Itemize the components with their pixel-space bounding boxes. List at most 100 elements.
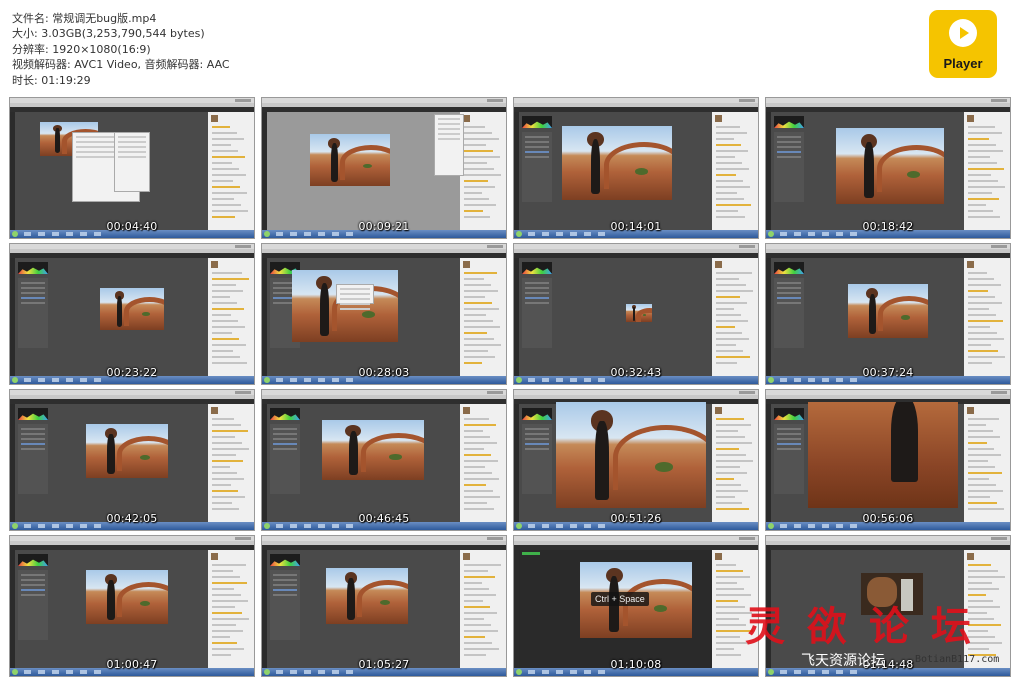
chat-line [464,430,483,432]
avatar [967,261,974,268]
video-thumbnail[interactable]: 00:51:26 [514,390,758,530]
chat-line [464,564,501,566]
photo-rock [360,433,424,472]
chat-line [212,356,240,358]
video-thumbnail[interactable]: 00:09:21 [262,98,506,238]
photo-woman [632,307,636,321]
photo-bush [140,454,150,460]
chat-line [212,198,234,200]
video-thumbnail[interactable]: 00:18:42 [766,98,1010,238]
chat-line [716,356,750,358]
photo-woman [595,421,609,500]
chat-line [968,320,1003,322]
horse-photo [861,573,923,615]
photo-bush [655,462,673,472]
video-thumbnail[interactable]: 00:14:01 [514,98,758,238]
chat-line [212,576,240,578]
chat-line [212,186,240,188]
chat-panel [712,112,758,230]
player-logo-button[interactable]: Player [929,10,997,78]
chat-line [212,138,244,140]
video-thumbnail[interactable]: 00:28:03 [262,244,506,384]
video-thumbnail[interactable]: 00:04:40 [10,98,254,238]
chat-line [716,296,740,298]
chat-line [716,174,736,176]
window-controls-icon [235,537,251,540]
chat-line [464,278,484,280]
chat-line [464,186,495,188]
chat-line [212,600,248,602]
chat-line [716,362,737,364]
chat-line [716,612,752,614]
chat-line [716,478,734,480]
histogram-panel [270,408,300,420]
layers-panel [774,278,804,348]
chat-line [464,618,484,620]
chat-line [464,612,497,614]
video-thumbnail[interactable]: 00:56:06 [766,390,1010,530]
chat-line [212,308,244,310]
video-thumbnail[interactable]: 01:14:48 [766,536,1010,676]
chat-line [464,496,500,498]
avatar [463,261,470,268]
chat-panel [964,112,1010,230]
chat-line [212,350,233,352]
chat-line [716,162,742,164]
chat-line [464,338,494,340]
photo-bush [140,600,150,606]
window-controls-icon [739,391,755,394]
chat-line [716,570,743,572]
chat-line [968,466,995,468]
chat-line [464,508,494,510]
chat-panel [208,550,254,668]
chat-line [968,210,993,212]
alert-dialog [336,284,374,304]
video-thumbnail[interactable]: 00:32:43 [514,244,758,384]
window-controls-icon [235,391,251,394]
chat-line [464,180,488,182]
chat-line [968,424,986,426]
chat-line [716,594,751,596]
edited-photo [848,284,928,338]
chat-line [968,570,998,572]
chat-line [464,570,488,572]
thumbnail-timestamp: 00:14:01 [610,220,662,233]
chat-line [968,636,995,638]
chat-panel [208,404,254,522]
layers-panel [522,424,552,494]
chat-line [716,454,746,456]
video-thumbnail[interactable]: 00:23:22 [10,244,254,384]
avatar [211,553,218,560]
chat-line [464,502,487,504]
chat-line [716,326,735,328]
histogram-panel [18,554,48,566]
chat-line [464,284,491,286]
chat-line [464,216,490,218]
chat-line [968,478,989,480]
histogram-panel [774,262,804,274]
chat-line [464,150,493,152]
chat-line [716,272,752,274]
chat-panel [712,258,758,376]
thumbnail-timestamp: 00:09:21 [358,220,410,233]
chat-line [968,290,988,292]
video-thumbnail[interactable]: 00:42:05 [10,390,254,530]
window-controls-icon [487,245,503,248]
chat-line [212,204,241,206]
thumbnail-timestamp: 00:37:24 [862,366,914,379]
chat-line [212,162,232,164]
chat-line [464,272,497,274]
video-thumbnail[interactable]: 00:37:24 [766,244,1010,384]
layers-panel [18,424,48,494]
video-thumbnail[interactable]: 01:05:27 [262,536,506,676]
chat-line [464,582,482,584]
video-thumbnail[interactable]: Ctrl + Space 01:10:08 [514,536,758,676]
chat-line [716,654,741,656]
chat-line [464,600,483,602]
video-thumbnail[interactable]: 00:46:45 [262,390,506,530]
chat-line [968,594,986,596]
chat-line [464,460,498,462]
avatar [967,553,974,560]
video-thumbnail[interactable]: 01:00:47 [10,536,254,676]
chat-line [464,356,495,358]
